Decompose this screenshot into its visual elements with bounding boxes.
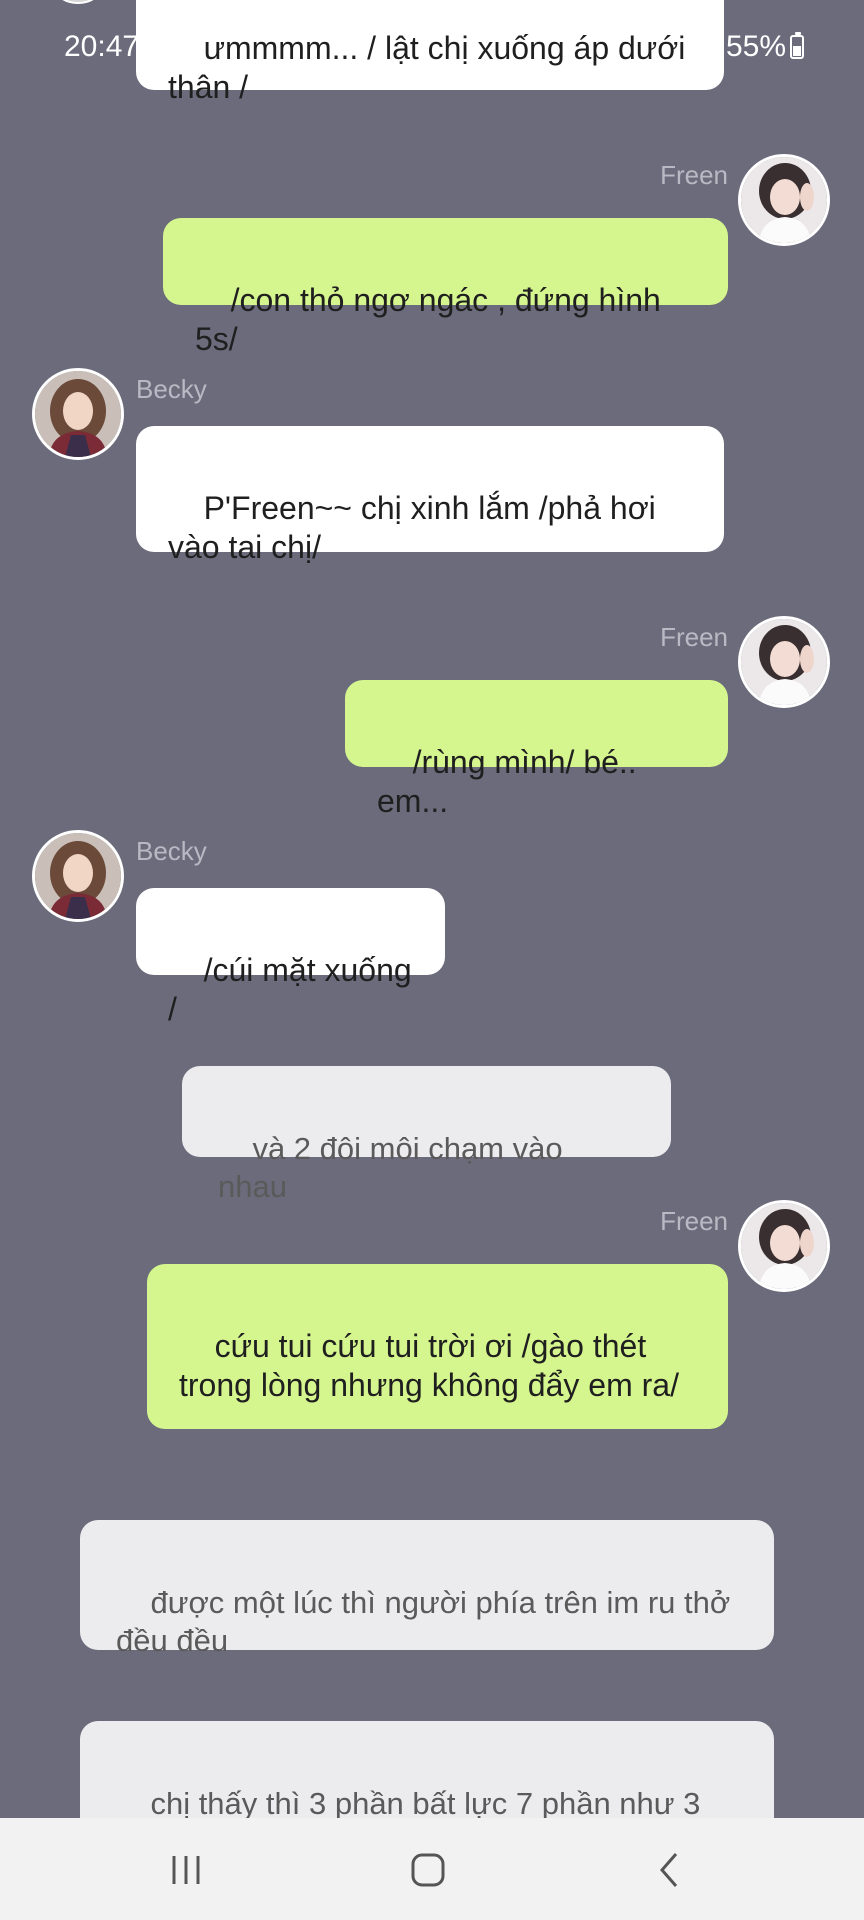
message-bubble-self[interactable]: cứu tui cứu tui trời ơi /gào thét trong … xyxy=(147,1264,728,1429)
status-battery: 55% xyxy=(726,30,804,64)
avatar-freen-icon xyxy=(741,619,827,705)
sender-name: Freen xyxy=(660,1206,728,1236)
avatar-freen[interactable] xyxy=(738,154,830,246)
back-icon xyxy=(660,1853,678,1887)
avatar-becky-icon xyxy=(35,833,121,919)
battery-icon xyxy=(790,32,804,59)
message-text: P'Freen~~ chị xinh lắm /phả hơi vào tai … xyxy=(168,490,665,565)
avatar-freen-icon xyxy=(741,1203,827,1289)
back-button[interactable] xyxy=(640,1840,700,1900)
avatar-becky-icon xyxy=(35,371,121,457)
home-button[interactable] xyxy=(398,1840,458,1900)
avatar-freen[interactable] xyxy=(738,616,830,708)
message-bubble-self[interactable]: /con thỏ ngơ ngác , đứng hình 5s/ xyxy=(163,218,728,357)
avatar-becky-partial xyxy=(46,0,110,4)
sender-name: Freen xyxy=(660,622,728,652)
narration-text: được một lúc thì người phía trên im ru t… xyxy=(116,1585,739,1658)
home-icon xyxy=(411,1853,445,1887)
message-text: /rùng mình/ bé.. em... xyxy=(377,744,646,819)
sender-name: Freen xyxy=(660,160,728,190)
sender-name: Becky xyxy=(136,836,207,866)
system-nav-bar xyxy=(0,1818,864,1920)
sender-name: Becky xyxy=(136,374,207,404)
narration-text: và 2 đôi môi chạm vào nhau xyxy=(218,1131,572,1204)
avatar-freen-icon xyxy=(741,157,827,243)
narration-bubble[interactable]: và 2 đôi môi chạm vào nhau xyxy=(182,1066,671,1204)
avatar-becky[interactable] xyxy=(32,830,124,922)
recents-button[interactable] xyxy=(156,1840,216,1900)
message-text: /cúi mặt xuống / xyxy=(168,952,421,1027)
message-bubble-self[interactable]: /rùng mình/ bé.. em... xyxy=(345,680,728,819)
message-text: cứu tui cứu tui trời ơi /gào thét trong … xyxy=(179,1328,679,1403)
message-text: /con thỏ ngơ ngác , đứng hình 5s/ xyxy=(195,282,670,357)
message-bubble-other[interactable]: ưmmmm... / lật chị xuống áp dưới thân / xyxy=(136,0,724,105)
avatar-freen[interactable] xyxy=(738,1200,830,1292)
message-text: ưmmmm... / lật chị xuống áp dưới thân / xyxy=(168,30,695,105)
message-bubble-other[interactable]: /cúi mặt xuống / xyxy=(136,888,445,1027)
message-bubble-other[interactable]: P'Freen~~ chị xinh lắm /phả hơi vào tai … xyxy=(136,426,724,565)
avatar-becky[interactable] xyxy=(32,368,124,460)
recents-icon xyxy=(172,1856,200,1884)
status-time: 20:47 xyxy=(64,30,140,63)
battery-percent: 55% xyxy=(725,30,786,63)
chat-screen: 20:47 55% ưmmmm... / lật chị xuống áp dư… xyxy=(0,0,864,1920)
narration-bubble[interactable]: được một lúc thì người phía trên im ru t… xyxy=(80,1520,774,1658)
